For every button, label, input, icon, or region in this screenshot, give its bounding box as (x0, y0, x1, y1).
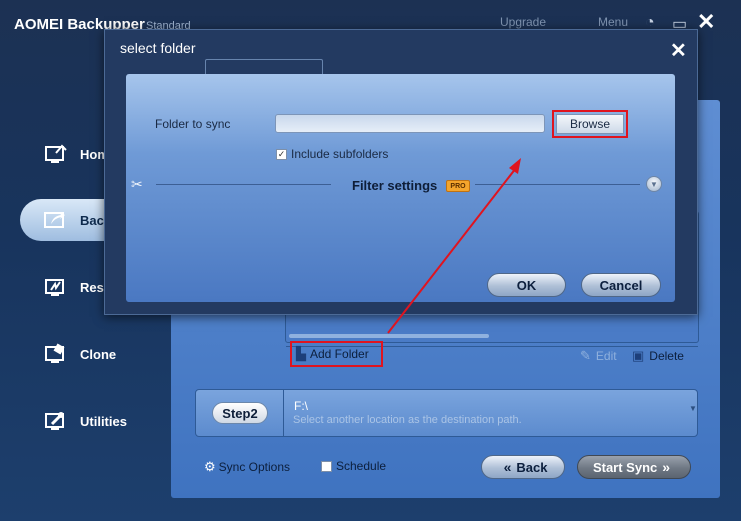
folder-path-input[interactable] (275, 114, 545, 133)
double-chevron-left-icon: « (503, 459, 512, 475)
tools-icon: ✂ (131, 176, 143, 192)
dialog-title: select folder (120, 40, 196, 56)
gear-icon: ⚙ (204, 459, 216, 474)
folder-to-sync-label: Folder to sync (155, 117, 231, 131)
chevron-down-icon[interactable]: ▼ (689, 404, 697, 413)
add-folder-label: Add Folder (310, 347, 369, 361)
clone-icon (42, 340, 70, 368)
horizontal-scrollbar[interactable] (289, 334, 489, 338)
edit-icon: ✎ (580, 348, 591, 363)
include-subfolders-label: Include subfolders (291, 147, 389, 161)
destination-hint: Select another location as the destinati… (293, 414, 522, 426)
edit-label: Edit (595, 349, 617, 363)
backup-icon (42, 206, 70, 234)
ok-button[interactable]: OK (487, 273, 566, 297)
delete-label: Delete (649, 349, 684, 363)
step2-badge: Step2 (212, 402, 268, 424)
schedule-checkbox-box[interactable] (321, 460, 332, 472)
restore-icon (42, 273, 70, 301)
destination-path: F:\ (294, 399, 308, 413)
include-subfolders-checkbox-box[interactable]: ✓ (276, 148, 287, 160)
back-button[interactable]: « Back (481, 455, 565, 479)
cancel-button[interactable]: Cancel (581, 273, 661, 297)
step2-divider (283, 390, 284, 436)
start-sync-label: Start Sync (592, 459, 658, 475)
filter-divider-left (156, 184, 331, 185)
include-subfolders-checkbox[interactable]: ✓ Include subfolders (276, 147, 388, 161)
dialog-close-icon[interactable]: ✕ (670, 41, 687, 61)
filter-divider-right (475, 184, 640, 185)
trash-icon: ▣ (632, 348, 645, 363)
pro-badge: PRO (446, 180, 470, 192)
edit-button[interactable]: ✎ Edit (580, 348, 617, 364)
close-window-icon[interactable]: ✕ (697, 11, 715, 33)
schedule-checkbox[interactable]: Schedule (321, 459, 386, 473)
menu-link[interactable]: Menu (598, 15, 628, 29)
utilities-icon (42, 407, 70, 435)
add-folder-button[interactable]: ▙ Add Folder (290, 341, 383, 367)
home-icon (42, 140, 70, 168)
nav-item-utilities[interactable]: Utilities (20, 400, 172, 442)
nav-item-clone[interactable]: Clone (20, 333, 172, 375)
expand-chevron-icon[interactable]: ▼ (646, 176, 662, 192)
sync-options-label: Sync Options (218, 460, 291, 474)
dialog-tab-edge (205, 59, 323, 75)
nav-label-clone: Clone (80, 346, 117, 362)
delete-button[interactable]: ▣ Delete (632, 348, 684, 364)
double-chevron-right-icon: » (662, 459, 671, 475)
upgrade-link[interactable]: Upgrade (500, 15, 546, 29)
start-sync-button[interactable]: Start Sync » (577, 455, 691, 479)
filter-settings-label[interactable]: Filter settings (352, 178, 437, 193)
nav-label-utilities: Utilities (80, 413, 127, 429)
browse-button[interactable]: Browse (556, 114, 624, 134)
destination-box[interactable] (195, 389, 698, 437)
back-label: Back (516, 459, 548, 475)
sync-options-button[interactable]: ⚙ Sync Options (204, 459, 290, 475)
schedule-label: Schedule (336, 459, 387, 473)
add-folder-icon: ▙ (296, 346, 306, 361)
